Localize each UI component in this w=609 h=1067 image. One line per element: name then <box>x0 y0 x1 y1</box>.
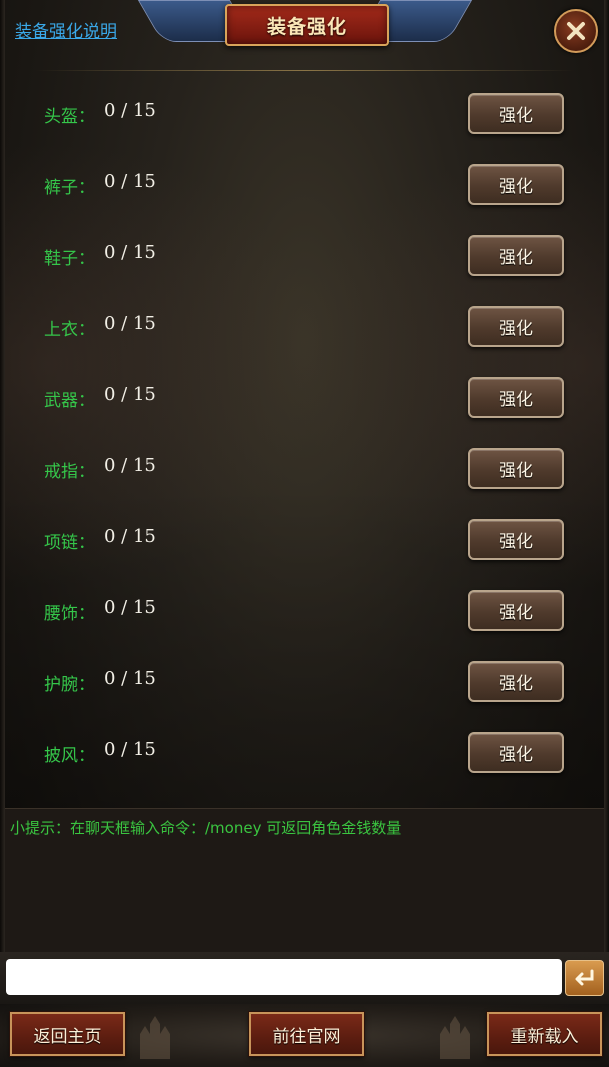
close-icon <box>567 22 585 40</box>
title-plate: 装备强化 <box>225 4 389 46</box>
equipment-label: 项链： <box>44 533 95 553</box>
equipment-row: 护腕： 0 / 15 强化 <box>0 644 609 715</box>
strengthen-button[interactable]: 强化 <box>468 519 564 560</box>
equipment-label: 头盔： <box>44 107 95 127</box>
chat-input-bar <box>0 952 609 1004</box>
enter-return-icon <box>575 969 593 986</box>
enhance-window: 装备强化说明 装备强化 头盔： 0 / 15 强化 裤子： 0 / 15 强化 鞋子： 0 /… <box>0 0 609 1067</box>
official-site-button[interactable]: 前往官网 <box>249 1012 364 1056</box>
equipment-row: 武器： 0 / 15 强化 <box>0 360 609 431</box>
strengthen-button[interactable]: 强化 <box>468 661 564 702</box>
equipment-label: 披风： <box>44 746 95 766</box>
equipment-row: 腰饰： 0 / 15 强化 <box>0 573 609 644</box>
enhance-level-value: 0 / 15 <box>104 739 156 760</box>
equipment-label: 腰饰： <box>44 604 95 624</box>
enhance-level-value: 0 / 15 <box>104 455 156 476</box>
equipment-row: 鞋子： 0 / 15 强化 <box>0 218 609 289</box>
equipment-row: 裤子： 0 / 15 强化 <box>0 147 609 218</box>
enhance-level-value: 0 / 15 <box>104 313 156 334</box>
equipment-label: 鞋子： <box>44 249 95 269</box>
equipment-label: 武器： <box>44 391 95 411</box>
equipment-row: 戒指： 0 / 15 强化 <box>0 431 609 502</box>
equipment-row: 上衣： 0 / 15 强化 <box>0 289 609 360</box>
enhance-help-link[interactable]: 装备强化说明 <box>15 17 117 42</box>
tip-text: 小提示：在聊天框输入命令：/money 可返回角色金钱数量 <box>10 819 402 837</box>
enhance-level-value: 0 / 15 <box>104 384 156 405</box>
close-button[interactable] <box>554 9 598 53</box>
tower-decoration-icon <box>440 1016 470 1059</box>
strengthen-button[interactable]: 强化 <box>468 732 564 773</box>
return-home-button[interactable]: 返回主页 <box>10 1012 125 1056</box>
equipment-label: 上衣： <box>44 320 95 340</box>
equipment-label: 戒指： <box>44 462 95 482</box>
chat-input[interactable] <box>6 959 562 995</box>
tower-decoration-icon <box>140 1016 170 1059</box>
enhance-level-value: 0 / 15 <box>104 668 156 689</box>
equipment-label: 裤子： <box>44 178 95 198</box>
strengthen-button[interactable]: 强化 <box>468 590 564 631</box>
enhance-level-value: 0 / 15 <box>104 242 156 263</box>
header-divider <box>35 70 575 71</box>
tip-panel: 小提示：在聊天框输入命令：/money 可返回角色金钱数量 <box>5 808 604 953</box>
enhance-level-value: 0 / 15 <box>104 100 156 121</box>
send-button[interactable] <box>565 960 604 996</box>
title-banner: 装备强化 <box>137 0 473 52</box>
enhance-level-value: 0 / 15 <box>104 171 156 192</box>
strengthen-button[interactable]: 强化 <box>468 235 564 276</box>
equipment-row: 头盔： 0 / 15 强化 <box>0 76 609 147</box>
reload-button[interactable]: 重新载入 <box>487 1012 602 1056</box>
enhance-level-value: 0 / 15 <box>104 526 156 547</box>
equipment-row: 披风： 0 / 15 强化 <box>0 715 609 786</box>
enhance-level-value: 0 / 15 <box>104 597 156 618</box>
strengthen-button[interactable]: 强化 <box>468 164 564 205</box>
bottom-bar: 返回主页 前往官网 重新载入 <box>0 1004 609 1067</box>
equipment-list: 头盔： 0 / 15 强化 裤子： 0 / 15 强化 鞋子： 0 / 15 强化 上衣： 0 / … <box>0 76 609 786</box>
strengthen-button[interactable]: 强化 <box>468 93 564 134</box>
equipment-row: 项链： 0 / 15 强化 <box>0 502 609 573</box>
strengthen-button[interactable]: 强化 <box>468 306 564 347</box>
strengthen-button[interactable]: 强化 <box>468 377 564 418</box>
equipment-label: 护腕： <box>44 675 95 695</box>
page-title: 装备强化 <box>266 15 347 38</box>
strengthen-button[interactable]: 强化 <box>468 448 564 489</box>
